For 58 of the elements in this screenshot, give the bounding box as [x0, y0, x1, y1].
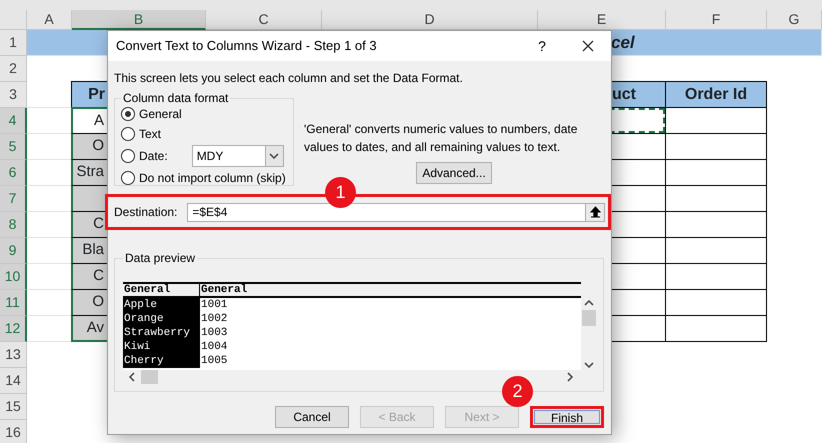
collapse-button[interactable]: [585, 202, 605, 222]
column-header[interactable]: C: [206, 10, 322, 30]
advanced-button[interactable]: Advanced...: [416, 162, 492, 184]
preview-cell: Cherry: [123, 354, 200, 368]
radio-button[interactable]: [121, 149, 135, 163]
wizard-button[interactable]: Finish: [530, 406, 604, 428]
row-header[interactable]: 4: [0, 108, 27, 134]
row-header[interactable]: 12: [0, 316, 27, 342]
close-icon[interactable]: [582, 40, 594, 52]
row-header[interactable]: 2: [0, 56, 27, 82]
wizard-button[interactable]: Cancel: [275, 406, 349, 428]
dialog-title: Convert Text to Columns Wizard - Step 1 of 3: [116, 37, 378, 56]
step-badge: 1: [325, 177, 356, 208]
arrow-up-icon[interactable]: [590, 206, 600, 218]
preview-cell: Strawberry: [123, 326, 200, 340]
radio-label[interactable]: General: [139, 105, 182, 123]
help-button[interactable]: ?: [519, 36, 565, 56]
row-header[interactable]: 15: [0, 394, 27, 420]
row-header[interactable]: 3: [0, 82, 27, 108]
row-header[interactable]: 16: [0, 420, 27, 443]
date-format-dropdown[interactable]: MDY: [192, 145, 284, 167]
preview-cell: Apple: [123, 298, 200, 312]
row-header[interactable]: 11: [0, 290, 27, 316]
column-header[interactable]: E: [538, 10, 666, 30]
row-header[interactable]: 10: [0, 264, 27, 290]
row-header[interactable]: 8: [0, 212, 27, 238]
column-header[interactable]: G: [767, 10, 822, 30]
radio-button[interactable]: [121, 107, 135, 121]
destination-field[interactable]: =$E$4: [187, 202, 585, 222]
description-text: 'General' converts numeric values to numbers, date values to dates, and all remaining values to text.: [304, 121, 578, 156]
group-title: Data preview: [124, 252, 196, 264]
step-badge: 2: [502, 376, 533, 407]
column-header[interactable]: D: [322, 10, 538, 30]
chevron-up-icon[interactable]: [584, 298, 594, 308]
row-header[interactable]: 13: [0, 342, 27, 368]
chevron-down-icon[interactable]: [269, 151, 280, 161]
column-header[interactable]: A: [27, 10, 72, 30]
row-header[interactable]: 14: [0, 368, 27, 394]
preview-cell: Orange: [123, 312, 200, 326]
column-header[interactable]: General: [123, 284, 200, 296]
column-header[interactable]: F: [666, 10, 767, 30]
preview-cell: 1005: [200, 354, 228, 368]
scrollbar-thumb[interactable]: [582, 310, 596, 326]
chevron-left-icon[interactable]: [127, 372, 137, 382]
row-header[interactable]: 7: [0, 186, 27, 212]
row-header[interactable]: 6: [0, 160, 27, 186]
row-header[interactable]: 5: [0, 134, 27, 160]
row-header[interactable]: 9: [0, 238, 27, 264]
chevron-down-icon[interactable]: [584, 360, 594, 370]
radio-button[interactable]: [121, 127, 135, 141]
radio-button[interactable]: [121, 171, 135, 185]
row-header[interactable]: 1: [0, 30, 27, 56]
chevron-right-icon[interactable]: [565, 372, 575, 382]
column-header[interactable]: B: [72, 10, 206, 30]
preview-cell: 1004: [200, 340, 228, 354]
scrollbar-thumb[interactable]: [141, 370, 158, 384]
table-cell: Order Id: [665, 81, 767, 108]
preview-cell: Kiwi: [123, 340, 200, 354]
